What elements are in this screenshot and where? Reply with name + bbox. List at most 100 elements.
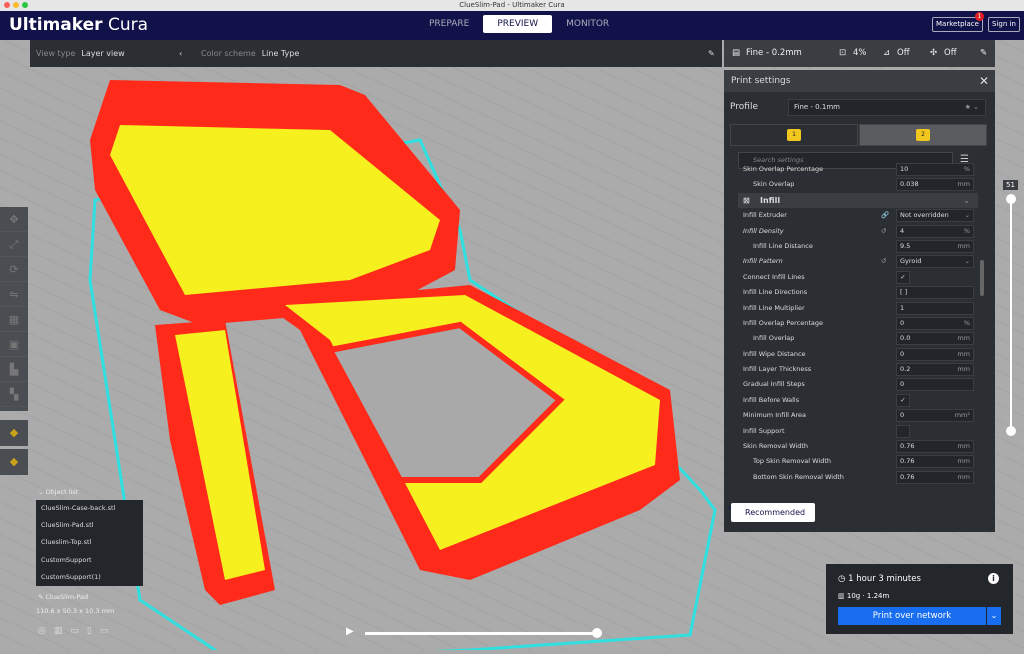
object-item[interactable]: CustomSupport(1)	[36, 569, 143, 586]
layer-slider-bottom-handle[interactable]	[1006, 426, 1016, 436]
layer-slider[interactable]	[1010, 198, 1012, 431]
path-slider-handle[interactable]	[592, 628, 602, 638]
play-icon[interactable]: ▶	[346, 626, 354, 637]
setting-label: Infill Support	[743, 426, 785, 435]
tool-icon[interactable]: ▚	[0, 382, 28, 407]
setting-value[interactable]: 4%	[896, 224, 974, 238]
setting-value[interactable]: 0.2 mm	[896, 363, 974, 377]
object-list-toggle[interactable]: ⌄ Object list	[38, 488, 78, 496]
minimize-window-button[interactable]	[13, 2, 19, 8]
link-icon[interactable]: 🔗	[881, 208, 889, 223]
setting-value[interactable]: 0.76 mm	[896, 470, 974, 484]
setting-label: Infill Overlap Percentage	[743, 318, 823, 327]
setting-value[interactable]: 9.5 mm	[896, 239, 974, 253]
tab-monitor[interactable]: MONITOR	[552, 15, 623, 33]
window-titlebar: ClueSlim-Pad - Ultimaker Cura	[0, 0, 1024, 11]
recommended-button[interactable]: Recommended	[731, 503, 815, 522]
settings-category[interactable]: ⊠ Infill ⌄	[738, 192, 978, 209]
view-toolbar: View type Layer view ‹ Color scheme Line T…	[30, 40, 722, 67]
close-window-button[interactable]	[4, 2, 10, 8]
print-time: ◷ 1 hour 3 minutes	[838, 574, 921, 584]
chevron-down-icon: ⌄	[963, 195, 970, 205]
tab-extruder-2[interactable]: 2	[859, 124, 987, 146]
view-type-select[interactable]: View type Layer view	[36, 49, 125, 58]
setting-value[interactable]: 0.76 mm	[896, 440, 974, 454]
print-options-dropdown[interactable]: ⌄	[987, 607, 1001, 625]
extruder-2-icon[interactable]: ◆	[0, 449, 28, 475]
setting-value[interactable]: 0.0 mm	[896, 332, 974, 346]
object-item[interactable]: Clueslim-Top.stl	[36, 534, 143, 551]
setting-value[interactable]: 1	[896, 301, 974, 315]
setting-value[interactable]: Gyroid ⌄	[896, 255, 974, 269]
tab-preview[interactable]: PREVIEW	[483, 15, 553, 33]
profile-icon: ▤	[732, 48, 741, 58]
reset-icon[interactable]: ↺	[881, 254, 886, 269]
sign-in-button[interactable]: Sign in	[988, 17, 1020, 32]
setting-value[interactable]: 0 mm	[896, 347, 974, 361]
setting-label: Infill Line Distance	[753, 241, 813, 250]
setting-label: Infill	[760, 195, 781, 205]
profile-select[interactable]: Fine - 0.1mm ★ ⌄	[788, 99, 986, 116]
setting-checkbox[interactable]	[896, 424, 910, 438]
scale-tool-icon[interactable]: ⤢	[0, 232, 28, 257]
info-icon[interactable]: i	[988, 573, 999, 584]
setting-label: Bottom Skin Removal Width	[753, 472, 844, 481]
setting-label: Infill Line Multiplier	[743, 303, 805, 312]
reset-icon[interactable]: ↺	[881, 224, 886, 239]
object-item[interactable]: CustomSupport	[36, 552, 143, 569]
print-settings-panel: Print settings ✕ Profile Fine - 0.1mm ★ ⌄ …	[724, 70, 995, 532]
mirror-tool-icon[interactable]: ⇋	[0, 282, 28, 307]
color-scheme-select[interactable]: Color scheme Line Type	[201, 49, 299, 58]
setting-row: Minimum Infill Area 0 mm²	[738, 408, 978, 423]
tab-extruder-1[interactable]: 1	[730, 124, 858, 146]
setting-checkbox[interactable]: ✓	[896, 270, 910, 284]
maximize-window-button[interactable]	[22, 2, 28, 8]
per-model-settings-icon[interactable]: ▦	[0, 307, 28, 332]
extruder-1-icon[interactable]: ◆	[0, 420, 28, 446]
setting-checkbox[interactable]: ✓	[896, 393, 910, 407]
quick-support: Off	[897, 48, 910, 58]
setting-row: Infill Line Multiplier 1	[738, 301, 978, 316]
profile-label: Profile	[730, 102, 758, 112]
setting-value[interactable]: 10%	[896, 163, 974, 176]
setting-value[interactable]: Not overridden ⌄	[896, 209, 974, 223]
edit-pencil-icon[interactable]: ✎	[708, 49, 715, 58]
tab-prepare[interactable]: PREPARE	[415, 15, 483, 33]
custom-support-icon[interactable]: ▙	[0, 357, 28, 382]
object-item[interactable]: ClueSlim-Case-back.stl	[36, 500, 143, 517]
setting-row: Skin Removal Width 0.76 mm	[738, 439, 978, 454]
infill-category-icon: ⊠	[743, 195, 750, 205]
setting-value[interactable]: 0.76 mm	[896, 455, 974, 469]
setting-value[interactable]: 0	[896, 378, 974, 392]
collapse-icon[interactable]: ‹	[179, 49, 182, 58]
object-item[interactable]: ClueSlim-Pad.stl	[36, 517, 143, 534]
chevron-left-icon: ‹	[728, 503, 732, 513]
setting-row: Top Skin Removal Width 0.76 mm	[738, 454, 978, 469]
path-slider[interactable]	[365, 632, 597, 635]
quick-adhesion: Off	[944, 48, 957, 58]
close-icon[interactable]: ✕	[979, 70, 989, 92]
print-over-network-button[interactable]: Print over network	[838, 607, 986, 625]
left-toolbar: ✥ ⤢ ⟳ ⇋ ▦ ▣ ▙ ▚	[0, 207, 28, 411]
settings-list[interactable]: Skin Overlap Percentage 10% Skin Overlap 0.…	[738, 162, 978, 484]
setting-label: Connect Infill Lines	[743, 272, 805, 281]
setting-row: Infill Support	[738, 424, 978, 439]
setting-value[interactable]: 0 mm²	[896, 409, 974, 423]
move-tool-icon[interactable]: ✥	[0, 207, 28, 232]
setting-label: Minimum Infill Area	[743, 411, 806, 420]
print-setup-summary[interactable]: ▤ Fine - 0.2mm ⊡ 4% ⊿ Off ✣ Off ✎	[724, 40, 995, 67]
layer-slider-top-handle[interactable]	[1006, 194, 1016, 204]
rotate-tool-icon[interactable]: ⟳	[0, 257, 28, 282]
setting-label: Infill Layer Thickness	[743, 365, 812, 374]
edit-icon[interactable]: ✎	[980, 48, 987, 58]
view-orientation-icons[interactable]: ◎▥▭▯▭	[38, 626, 116, 636]
setting-value[interactable]: [ ]	[896, 286, 974, 300]
setting-label: Skin Overlap	[753, 180, 795, 189]
settings-scrollbar[interactable]	[980, 260, 984, 296]
setting-value[interactable]: 0.038 mm	[896, 178, 974, 192]
setting-value[interactable]: 0%	[896, 316, 974, 330]
quick-infill: 4%	[853, 48, 867, 58]
setting-row: Infill Layer Thickness 0.2 mm	[738, 362, 978, 377]
support-blocker-icon[interactable]: ▣	[0, 332, 28, 357]
infill-icon: ⊡	[839, 48, 847, 58]
